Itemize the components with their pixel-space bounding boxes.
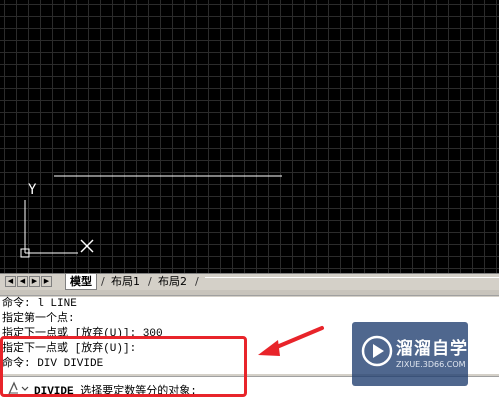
prev-tab-button[interactable]: ◀ bbox=[17, 276, 28, 287]
next-tab-button[interactable]: ▶ bbox=[29, 276, 40, 287]
tab-model[interactable]: 模型 bbox=[65, 274, 97, 290]
watermark-title: 溜溜自学 bbox=[396, 339, 468, 359]
first-tab-button[interactable]: ◀ bbox=[5, 276, 16, 287]
last-tab-button[interactable]: ▶ bbox=[41, 276, 52, 287]
history-line: 命令: l LINE bbox=[2, 298, 77, 310]
tab-separator: / bbox=[195, 275, 199, 288]
annotation-arrow-icon bbox=[258, 326, 324, 356]
tab-layout1[interactable]: 布局1 bbox=[107, 274, 144, 290]
tab-separator: / bbox=[148, 275, 152, 288]
ucs-y-axis-label: Y bbox=[28, 182, 37, 198]
command-window-splitter[interactable] bbox=[0, 290, 499, 296]
tab-layout2[interactable]: 布局2 bbox=[154, 274, 191, 290]
watermark-url: ZIXUE.3D66.COM bbox=[396, 360, 466, 369]
annotation-highlight-box bbox=[0, 336, 247, 397]
model-space-canvas[interactable]: Y bbox=[0, 0, 499, 273]
ucs-icon bbox=[20, 200, 94, 258]
layout-tab-bar: ◀ ◀ ▶ ▶ 模型 / 布局1 / 布局2 / bbox=[0, 273, 499, 290]
drawing-layer bbox=[20, 175, 282, 258]
tab-separator: / bbox=[101, 275, 105, 288]
play-logo-icon bbox=[361, 335, 393, 367]
horizontal-scrollbar[interactable] bbox=[205, 277, 499, 288]
watermark: 溜溜自学 ZIXUE.3D66.COM bbox=[352, 322, 468, 386]
